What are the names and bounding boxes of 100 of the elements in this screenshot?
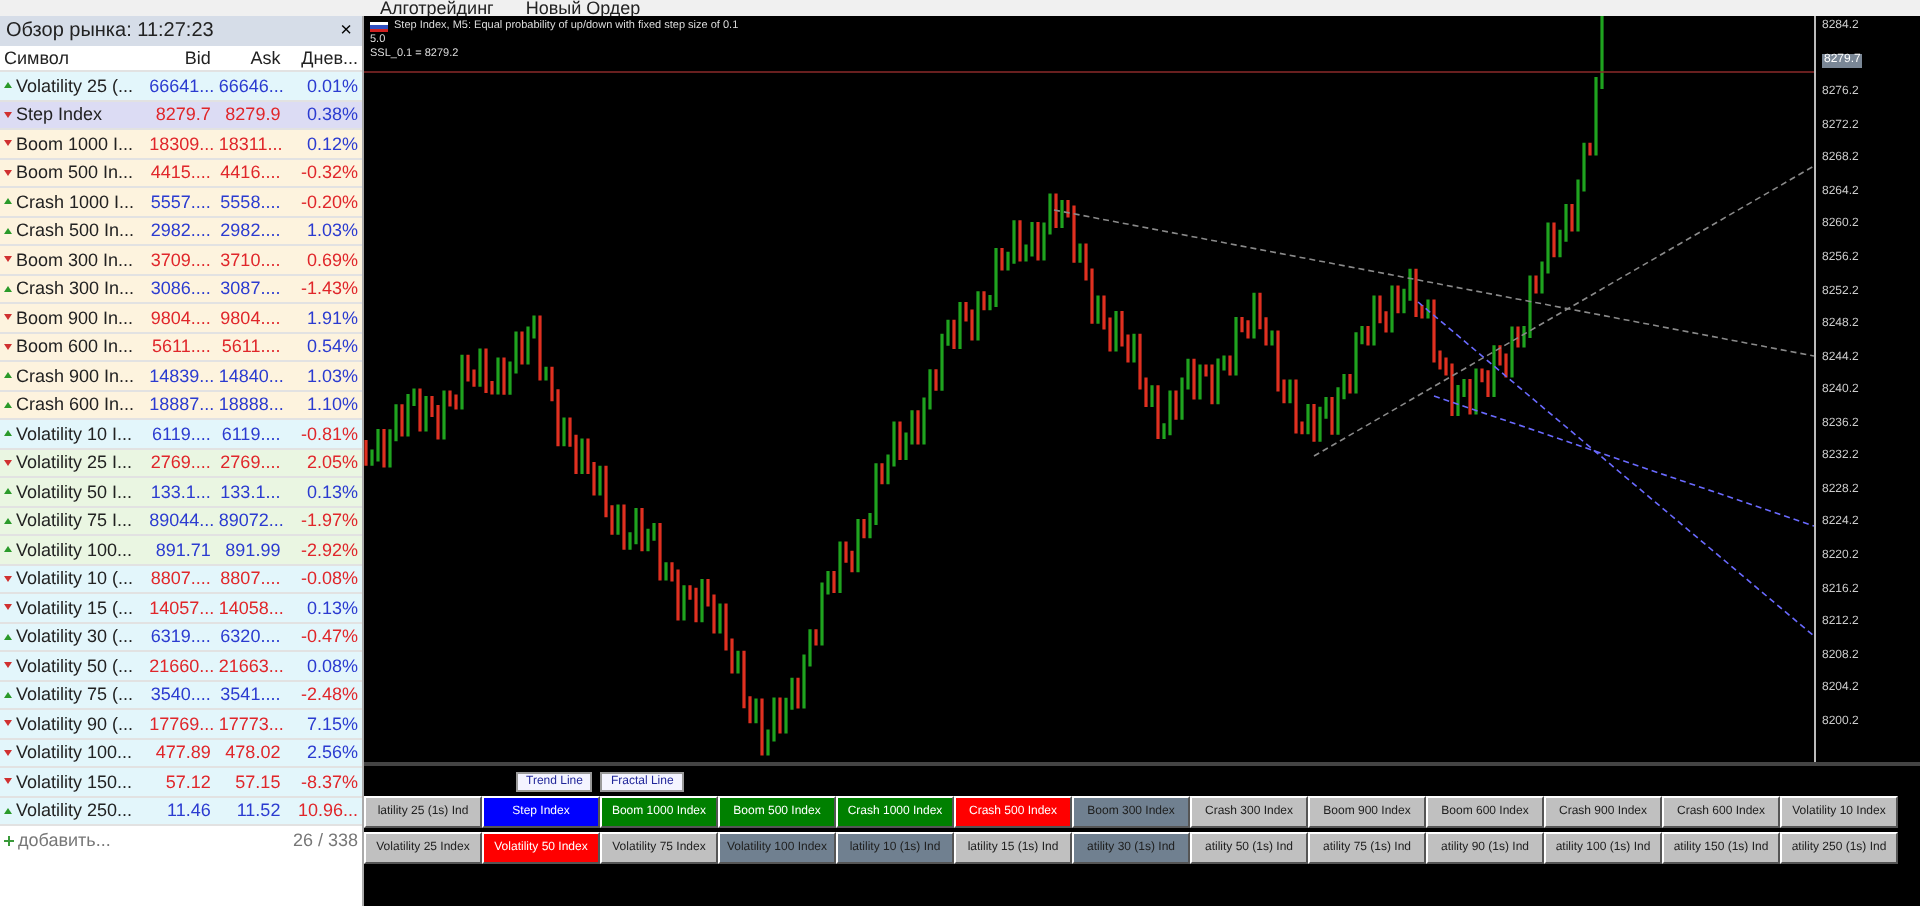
symbol-row[interactable]: Volatility 150... 57.12 57.15 -8.37% xyxy=(0,768,362,797)
symbol-row[interactable]: Volatility 100... 477.89 478.02 2.56% xyxy=(0,739,362,768)
change-cell-text: -0.81% xyxy=(298,423,360,444)
column-header[interactable]: Днев... xyxy=(284,48,362,68)
symbol-row[interactable]: Volatility 50 I... 133.1... 133.1... 0.13% xyxy=(0,478,362,507)
bid-cell-text: 11.46 xyxy=(165,800,213,821)
symbol-name: Volatility 50 I... xyxy=(16,481,133,502)
symbol-name: Volatility 30 (... xyxy=(16,626,134,647)
bid-cell-text: 21660... xyxy=(147,655,215,676)
add-symbol-link[interactable]: добавить... xyxy=(18,830,289,850)
ask-cell-text: 133.1... xyxy=(218,481,283,502)
symbol-row[interactable]: Volatility 10 I... 6119.... 6119.... -0.81% xyxy=(0,420,362,449)
panel-title: Обзор рынка: 11:27:23 xyxy=(6,20,214,42)
symbol-row[interactable]: Crash 300 In... 3086.... 3087.... -1.43% xyxy=(0,275,362,304)
change-cell-text: -0.47% xyxy=(298,626,360,647)
symbol-row[interactable]: Volatility 25 (... 66641... 66646... 0.01% xyxy=(0,72,362,101)
symbol-row[interactable]: Boom 500 In... 4415.... 4416.... -0.32% xyxy=(0,159,362,188)
symbol-row[interactable]: Volatility 75 (... 3540.... 3541.... -2.48% xyxy=(0,681,362,710)
symbol-row[interactable]: Volatility 10 (... 8807.... 8807.... -0.08% xyxy=(0,565,362,594)
symbol-name: Step Index xyxy=(16,104,103,125)
ask-cell-text: 478.02 xyxy=(223,742,283,763)
change-cell-text: 1.10% xyxy=(304,394,360,415)
ask-cell-text: 21663... xyxy=(216,655,285,676)
change-cell-text: -8.37% xyxy=(298,771,360,792)
bid-cell-text: 57.12 xyxy=(163,771,213,792)
symbol-row[interactable]: Volatility 90 (... 17769... 17773... 7.15% xyxy=(0,710,362,739)
bid-cell-text: 9804.... xyxy=(148,307,213,328)
bid-cell-text: 477.89 xyxy=(153,742,213,763)
change-cell-text: -2.48% xyxy=(298,684,360,705)
symbol-name: Volatility 50 (... xyxy=(16,655,134,676)
change-cell-text: -2.92% xyxy=(298,539,360,560)
ask-cell-text: 5611.... xyxy=(219,336,283,357)
bid-cell-text: 5611.... xyxy=(150,336,213,357)
change-cell-text: 10.96... xyxy=(295,800,360,821)
trend-line[interactable] xyxy=(1313,165,1814,457)
bid-cell-text: 8807.... xyxy=(148,568,213,589)
bid-cell-text: 17769... xyxy=(147,713,215,734)
symbol-name: Volatility 25 I... xyxy=(16,452,133,473)
symbol-row[interactable]: Crash 900 In... 14839... 14840... 1.03% xyxy=(0,362,362,391)
change-cell-text: 7.15% xyxy=(304,713,360,734)
column-header[interactable]: Bid xyxy=(145,48,215,68)
change-cell-text: -1.43% xyxy=(298,278,360,299)
change-cell-text: 0.08% xyxy=(304,655,360,676)
bid-cell-text: 3709.... xyxy=(148,249,213,270)
column-header[interactable]: Ask xyxy=(214,48,285,68)
ask-cell-text: 57.15 xyxy=(233,771,283,792)
symbol-name: Volatility 75 I... xyxy=(16,510,133,531)
bid-cell-text: 14057... xyxy=(147,597,215,618)
toolbar-button[interactable]: Алготрейдинг xyxy=(372,0,502,16)
trend-line[interactable] xyxy=(1417,301,1814,637)
symbol-name: Volatility 10 (... xyxy=(16,568,134,589)
symbol-row[interactable]: Crash 1000 I... 5557.... 5558.... -0.20% xyxy=(0,188,362,217)
symbol-row[interactable]: Boom 1000 I... 18309... 18311... 0.12% xyxy=(0,130,362,159)
symbol-name: Volatility 250... xyxy=(16,800,133,821)
ask-cell-text: 3541.... xyxy=(218,684,283,705)
symbol-name: Boom 500 In... xyxy=(16,162,134,183)
symbol-name: Volatility 150... xyxy=(16,771,133,792)
bid-cell-text: 6319.... xyxy=(148,626,213,647)
ask-cell-text: 8279.9 xyxy=(223,104,283,125)
symbol-name: Boom 600 In... xyxy=(16,336,134,357)
symbol-row[interactable]: Crash 600 In... 18887... 18888... 1.10% xyxy=(0,391,362,420)
change-cell-text: 1.03% xyxy=(304,365,360,386)
toolbar-button[interactable]: Новый Ордер xyxy=(517,0,649,16)
symbol-name: Volatility 90 (... xyxy=(16,713,134,734)
symbol-row[interactable]: Volatility 75 I... 89044... 89072... -1.97% xyxy=(0,507,362,536)
column-header[interactable]: Символ xyxy=(0,48,146,68)
symbol-row[interactable]: Volatility 30 (... 6319.... 6320.... -0.47% xyxy=(0,623,362,652)
change-cell-text: 1.91% xyxy=(304,307,360,328)
ask-cell-text: 4416.... xyxy=(218,162,283,183)
symbol-row[interactable]: Boom 900 In... 9804.... 9804.... 1.91% xyxy=(0,304,362,333)
symbol-row[interactable]: Volatility 250... 11.46 11.52 10.96... xyxy=(0,797,362,826)
bid-cell-text: 2982.... xyxy=(148,220,213,241)
change-cell-text: -1.97% xyxy=(298,510,360,531)
symbol-row[interactable]: Boom 300 In... 3709.... 3710.... 0.69% xyxy=(0,246,362,275)
symbol-row[interactable]: Step Index 8279.7 8279.9 0.38% xyxy=(0,101,362,130)
change-cell-text: 0.01% xyxy=(304,75,360,96)
bid-cell-text: 3540.... xyxy=(148,684,213,705)
bid-cell-text: 18887... xyxy=(147,394,215,415)
symbol-row[interactable]: Boom 600 In... 5611.... 5611.... 0.54% xyxy=(0,333,362,362)
ask-cell-text: 8807.... xyxy=(218,568,283,589)
bid-cell-text: 66641... xyxy=(147,75,215,96)
trend-line[interactable] xyxy=(1053,209,1814,357)
change-cell-text: 0.38% xyxy=(304,104,360,125)
bid-cell-text: 891.71 xyxy=(153,539,213,560)
ask-cell-text: 89072... xyxy=(216,510,285,531)
symbol-row[interactable]: Volatility 100... 891.71 891.99 -2.92% xyxy=(0,536,362,565)
symbol-name: Volatility 10 I... xyxy=(16,423,133,444)
symbol-row[interactable]: Crash 500 In... 2982.... 2982.... 1.03% xyxy=(0,217,362,246)
symbol-name: Boom 900 In... xyxy=(16,307,134,328)
plus-icon xyxy=(4,835,14,845)
symbol-name: Volatility 100... xyxy=(16,539,133,560)
symbol-count: 26 / 338 xyxy=(292,830,358,850)
change-cell-text: 0.13% xyxy=(304,597,360,618)
bid-cell-text: 133.1... xyxy=(148,481,213,502)
change-cell-text: 1.03% xyxy=(304,220,360,241)
symbol-row[interactable]: Volatility 25 I... 2769.... 2769.... 2.05% xyxy=(0,449,362,478)
symbol-name: Crash 600 In... xyxy=(16,394,135,415)
symbol-row[interactable]: Volatility 50 (... 21660... 21663... 0.08% xyxy=(0,652,362,681)
symbol-row[interactable]: Volatility 15 (... 14057... 14058... 0.13% xyxy=(0,594,362,623)
close-button[interactable]: × xyxy=(336,19,356,43)
